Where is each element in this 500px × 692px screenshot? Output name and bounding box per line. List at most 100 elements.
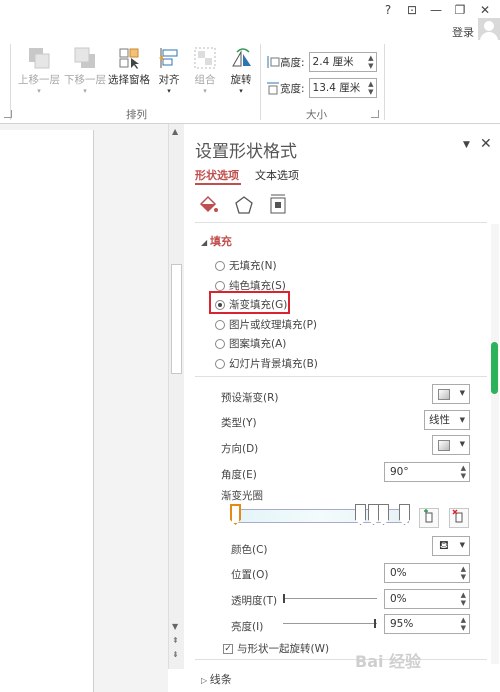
- watermark: Bai 经验: [355, 652, 422, 671]
- width-label: 宽度:: [280, 82, 305, 95]
- color-label: 颜色(C): [231, 544, 268, 556]
- width-input[interactable]: 13.4 厘米 ▲ ▼: [308, 78, 377, 98]
- align-icon: [157, 46, 181, 70]
- rotate-with-shape-option[interactable]: ✓ 与形状一起旋转(W): [223, 641, 329, 656]
- align-label: 对齐: [158, 74, 180, 86]
- type-label: 类型(Y): [221, 417, 257, 429]
- group-icon: [193, 46, 217, 70]
- rotate-with-shape-checkbox[interactable]: ✓: [223, 643, 233, 654]
- size-group-label: 大小: [306, 109, 327, 121]
- height-icon: [267, 56, 280, 68]
- line-section-header[interactable]: ▷ 线条: [201, 671, 232, 687]
- picture-fill-option[interactable]: 图片或纹理填充(P): [215, 317, 317, 332]
- add-stop-button[interactable]: [419, 508, 439, 528]
- picture-fill-radio[interactable]: [215, 319, 225, 330]
- brightness-slider-thumb[interactable]: [374, 619, 376, 628]
- no-fill-label: 无填充(N): [229, 260, 277, 272]
- ribbon: 上移一层 ▾ 下移一层 ▾ 选择窗格 对齐 ▾ 组合 ▾ 旋转 ▾ 排列 高度:…: [0, 40, 500, 124]
- bring-forward-button[interactable]: 上移一层 ▾: [16, 46, 62, 95]
- slide-background-fill-option[interactable]: 幻灯片背景填充(B): [215, 356, 318, 371]
- avatar[interactable]: [478, 18, 500, 42]
- ribbon-display-icon[interactable]: ⊡: [402, 2, 422, 18]
- effects-icon[interactable]: [233, 194, 255, 216]
- scroll-up-icon[interactable]: ▲: [172, 127, 178, 136]
- angle-label: 角度(E): [221, 469, 257, 481]
- brightness-input[interactable]: 95% ▲ ▼: [384, 614, 470, 634]
- picture-fill-label: 图片或纹理填充(P): [229, 319, 318, 331]
- height-row: 高度: 2.4 厘米 ▲ ▼: [266, 52, 377, 72]
- bring-forward-icon: [27, 46, 51, 70]
- slide-page[interactable]: [0, 130, 94, 692]
- paint-bucket-icon: ⛾: [439, 538, 449, 552]
- fill-section-header[interactable]: ◢ 填充: [201, 233, 232, 249]
- fill-section-label: 填充: [209, 235, 232, 248]
- slide-background-fill-label: 幻灯片背景填充(B): [229, 358, 318, 370]
- pattern-fill-radio[interactable]: [215, 338, 225, 349]
- pane-scrollbar[interactable]: [491, 224, 499, 664]
- position-input[interactable]: 0% ▲ ▼: [384, 563, 470, 583]
- pattern-fill-option[interactable]: 图案填充(A): [215, 336, 286, 351]
- selection-pane-icon: [117, 46, 141, 70]
- gradient-stops-label: 渐变光圈: [221, 490, 263, 502]
- maximize-button[interactable]: ❐: [450, 2, 470, 18]
- help-button[interactable]: ?: [378, 2, 398, 18]
- fill-line-icon[interactable]: [197, 194, 219, 216]
- minimize-button[interactable]: —: [426, 2, 446, 18]
- prev-slide-icon[interactable]: ⇞: [172, 636, 179, 645]
- icon-separator: [195, 222, 487, 223]
- slide-background-fill-radio[interactable]: [215, 358, 225, 369]
- type-value: 线性: [429, 414, 450, 426]
- bottom-divider: [195, 659, 487, 660]
- size-dialog-launcher[interactable]: [371, 110, 379, 118]
- remove-stop-button[interactable]: [449, 508, 469, 528]
- fill-divider: [195, 376, 487, 377]
- pattern-fill-label: 图案填充(A): [229, 338, 287, 350]
- highlight-box: [209, 291, 290, 314]
- pane-options-icon[interactable]: ▼: [463, 140, 470, 150]
- align-button[interactable]: 对齐 ▾: [152, 46, 186, 95]
- document-scrollbar[interactable]: ▲ ▼ ⇞ ⇟: [168, 124, 184, 669]
- size-properties-icon[interactable]: [267, 194, 289, 216]
- direction-dropdown[interactable]: ▼: [432, 435, 470, 455]
- send-backward-button[interactable]: 下移一层 ▾: [62, 46, 108, 95]
- position-label: 位置(O): [231, 569, 269, 581]
- dialog-launcher[interactable]: [4, 110, 12, 118]
- preset-gradient-dropdown[interactable]: ▼: [432, 384, 470, 404]
- width-icon: [267, 82, 279, 95]
- pane-title: 设置形状格式: [195, 142, 297, 162]
- angle-input[interactable]: 90° ▲ ▼: [384, 462, 470, 482]
- rotate-with-shape-label: 与形状一起旋转(W): [237, 643, 330, 655]
- close-button[interactable]: ✕: [475, 2, 495, 18]
- brightness-value: 95%: [390, 618, 414, 630]
- color-dropdown[interactable]: ⛾ ▼: [432, 536, 470, 556]
- pane-scrollbar-thumb[interactable]: [491, 342, 498, 394]
- scroll-down-icon[interactable]: ▼: [172, 622, 178, 631]
- bring-forward-label: 上移一层: [18, 74, 60, 86]
- solid-fill-radio[interactable]: [215, 280, 225, 291]
- height-input[interactable]: 2.4 厘米 ▲ ▼: [308, 52, 377, 72]
- type-dropdown[interactable]: 线性 ▼: [424, 410, 470, 430]
- direction-label: 方向(D): [221, 443, 259, 455]
- arrange-group-label: 排列: [126, 109, 147, 121]
- scrollbar-thumb[interactable]: [171, 264, 182, 374]
- login-link[interactable]: 登录: [452, 24, 474, 40]
- transparency-input[interactable]: 0% ▲ ▼: [384, 589, 470, 609]
- selection-pane-button[interactable]: 选择窗格: [106, 46, 152, 87]
- rotate-button[interactable]: 旋转 ▾: [224, 46, 258, 95]
- group-button[interactable]: 组合 ▾: [188, 46, 222, 95]
- transparency-slider[interactable]: [285, 598, 377, 599]
- selection-pane-label: 选择窗格: [108, 74, 150, 86]
- next-slide-icon[interactable]: ⇟: [172, 650, 179, 659]
- position-value: 0%: [390, 567, 407, 579]
- no-fill-option[interactable]: 无填充(N): [215, 258, 277, 273]
- tab-text-options[interactable]: 文本选项: [255, 167, 299, 183]
- brightness-slider[interactable]: [283, 623, 377, 624]
- line-section-label: 线条: [209, 673, 232, 686]
- tab-shape-options[interactable]: 形状选项: [195, 167, 239, 183]
- height-label: 高度:: [280, 56, 305, 69]
- pane-close-icon[interactable]: ✕: [480, 136, 492, 152]
- app-window: ? ⊡ — ❐ ✕ 登录 上移一层 ▾ 下移一层 ▾ 选择窗格 对齐 ▾ 组合 …: [0, 0, 500, 692]
- preset-gradient-label: 预设渐变(R): [221, 392, 279, 404]
- no-fill-radio[interactable]: [215, 260, 225, 271]
- transparency-label: 透明度(T): [231, 595, 278, 607]
